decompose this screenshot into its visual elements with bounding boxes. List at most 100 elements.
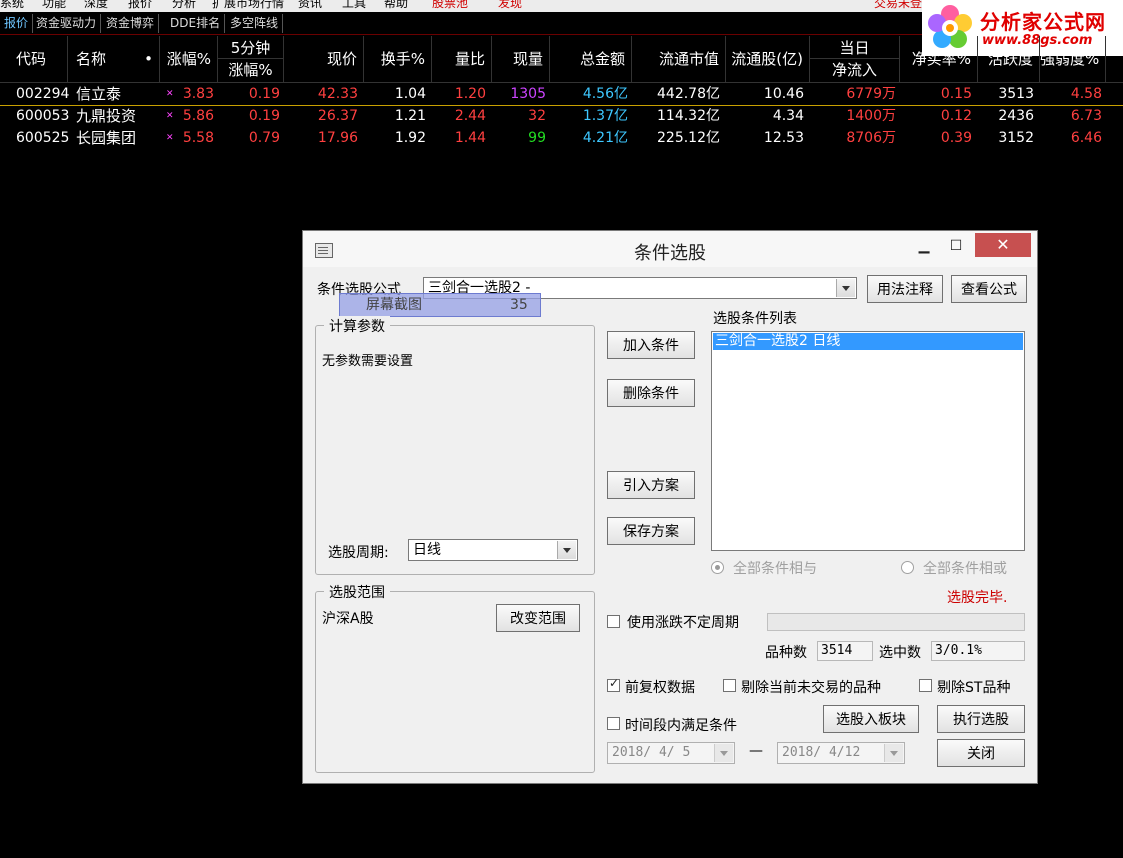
menu-discover[interactable]: 发现 <box>498 0 522 11</box>
table-row[interactable]: 002294 信立泰 ✕ 3.83 0.19 42.33 1.04 1.20 1… <box>0 83 1123 106</box>
cell-activity: 3513 <box>998 86 1034 102</box>
delete-condition-button[interactable]: 删除条件 <box>607 379 695 407</box>
tab-long-short[interactable]: 多空阵线 <box>226 14 284 33</box>
col-header-float-mv[interactable]: 流通市值 <box>632 36 726 82</box>
status-text: 选股完毕. <box>947 590 1008 606</box>
menu-quote[interactable]: 报价 <box>128 0 152 11</box>
cell-amount: 4.56亿 <box>582 86 628 102</box>
import-plan-button[interactable]: 引入方案 <box>607 471 695 499</box>
params-group: 计算参数 无参数需要设置 选股周期: 日线 <box>315 316 595 575</box>
col-header-net-inflow[interactable]: 当日 净流入 <box>810 36 900 82</box>
cell-vol-ratio: 1.44 <box>454 130 486 146</box>
cell-float-shares: 4.34 <box>772 108 804 124</box>
chevron-down-icon[interactable] <box>557 541 576 559</box>
cell-cur-vol: 32 <box>528 108 546 124</box>
col-header-change[interactable]: 涨幅% <box>162 36 218 82</box>
cell-change: 3.83 <box>182 86 214 102</box>
minimize-icon[interactable]: ▁ <box>911 235 937 257</box>
cell-cur-vol: 99 <box>528 130 546 146</box>
menu-depth[interactable]: 深度 <box>84 0 108 11</box>
date-to-value: 2018/ 4/12 <box>782 745 861 760</box>
col-header-turnover[interactable]: 换手% <box>364 36 432 82</box>
col-header-code[interactable]: 代码 <box>10 36 68 82</box>
time-range-checkbox[interactable] <box>607 717 620 730</box>
table-row[interactable]: 600525 长园集团 ✕ 5.58 0.79 17.96 1.92 1.44 … <box>0 127 1123 149</box>
cell-5min: 0.19 <box>248 108 280 124</box>
col-header-net-buy-rate[interactable]: 净买率% <box>900 36 978 82</box>
maximize-icon[interactable]: ☐ <box>943 235 969 257</box>
condition-list[interactable]: 三剑合一选股2 日线 <box>711 331 1025 551</box>
col-header-float-shares[interactable]: 流通股(亿) <box>726 36 810 82</box>
cell-float-shares: 10.46 <box>763 86 804 102</box>
menu-stock-pool[interactable]: 股票池 <box>432 0 468 11</box>
table-row[interactable]: 600053 九鼎投资 ✕ 5.86 0.19 26.37 1.21 2.44 … <box>0 105 1123 127</box>
cell-net-inflow: 1400万 <box>846 108 896 124</box>
menu-tools[interactable]: 工具 <box>342 0 366 11</box>
cell-name: 长园集团 <box>76 129 137 147</box>
col-header-cur-vol[interactable]: 现量 <box>492 36 550 82</box>
forward-adjust-checkbox[interactable] <box>607 676 620 692</box>
menu-system[interactable]: 系统 <box>0 0 24 11</box>
no-params-text: 无参数需要设置 <box>322 354 414 369</box>
dialog-titlebar[interactable]: 条件选股 ▁ ☐ ✕ <box>303 231 1037 267</box>
menu-function[interactable]: 功能 <box>42 0 66 11</box>
date-from-value: 2018/ 4/ 5 <box>612 745 691 760</box>
view-formula-button[interactable]: 查看公式 <box>951 275 1027 303</box>
execute-select-button[interactable]: 执行选股 <box>937 705 1025 733</box>
col-header-amount[interactable]: 总金额 <box>550 36 632 82</box>
menu-ext-market[interactable]: 扩展市场行情 <box>212 0 284 11</box>
col-header-price[interactable]: 现价 <box>284 36 364 82</box>
close-icon[interactable]: ✕ <box>975 233 1031 257</box>
tab-fund-drive[interactable]: 资金驱动力 <box>32 14 102 33</box>
menu-help[interactable]: 帮助 <box>384 0 408 11</box>
list-item[interactable]: 三剑合一选股2 日线 <box>713 333 1023 350</box>
tab-dde-rank[interactable]: DDE排名 <box>166 14 226 33</box>
cell-code: 002294 <box>16 86 70 102</box>
col-header-name-label: 名称 <box>76 50 107 68</box>
add-condition-button[interactable]: 加入条件 <box>607 331 695 359</box>
chevron-down-icon[interactable] <box>884 744 903 762</box>
date-to-picker[interactable]: 2018/ 4/12 <box>777 742 905 764</box>
chevron-down-icon[interactable] <box>836 279 855 297</box>
add-to-block-button[interactable]: 选股入板块 <box>823 705 919 733</box>
save-plan-button[interactable]: 保存方案 <box>607 517 695 545</box>
col-header-5min[interactable]: 5分钟 涨幅% <box>218 36 284 82</box>
radio-or[interactable] <box>901 561 914 574</box>
col-header-inflow: 净流入 <box>831 61 877 79</box>
exclude-st-checkbox[interactable] <box>919 679 932 692</box>
cell-code: 600053 <box>16 108 70 124</box>
selected-label: 选中数 <box>879 645 921 661</box>
exclude-untraded-label: 剔除当前未交易的品种 <box>741 680 881 696</box>
tab-fund-game[interactable]: 资金博弈 <box>102 14 160 33</box>
forward-adjust-label: 前复权数据 <box>625 680 695 696</box>
exclude-untraded-checkbox[interactable] <box>723 679 736 692</box>
progress-bar <box>767 613 1025 631</box>
radio-or-label: 全部条件相或 <box>923 561 1007 577</box>
col-header-strength[interactable]: 强弱度% <box>1040 36 1106 82</box>
uncertain-period-label: 使用涨跌不定周期 <box>627 615 739 631</box>
menu-analysis[interactable]: 分析 <box>172 0 196 11</box>
col-header-vol-ratio[interactable]: 量比 <box>432 36 492 82</box>
change-scope-button[interactable]: 改变范围 <box>496 604 580 632</box>
scope-value: 沪深A股 <box>322 611 374 627</box>
cell-change: 5.86 <box>182 108 214 124</box>
usage-notes-button[interactable]: 用法注释 <box>867 275 943 303</box>
col-header-activity[interactable]: 活跃度 <box>978 36 1040 82</box>
radio-and[interactable] <box>711 561 724 574</box>
uncertain-period-checkbox[interactable] <box>607 615 620 628</box>
cell-5min: 0.19 <box>248 86 280 102</box>
cell-vol-ratio: 1.20 <box>454 86 486 102</box>
cell-amount: 4.21亿 <box>582 130 628 146</box>
chevron-down-icon[interactable] <box>714 744 733 762</box>
col-header-name[interactable]: 名称 • <box>70 36 160 82</box>
period-select[interactable]: 日线 <box>408 539 578 561</box>
menu-info[interactable]: 资讯 <box>298 0 322 11</box>
params-group-title: 计算参数 <box>324 316 390 336</box>
date-from-picker[interactable]: 2018/ 4/ 5 <box>607 742 735 764</box>
flag-x-icon: ✕ <box>166 111 174 121</box>
cell-name: 九鼎投资 <box>76 107 137 125</box>
close-button[interactable]: 关闭 <box>937 739 1025 767</box>
flag-x-icon: ✕ <box>166 133 174 143</box>
cell-amount: 1.37亿 <box>582 108 628 124</box>
tab-quote[interactable]: 报价 <box>0 14 34 33</box>
